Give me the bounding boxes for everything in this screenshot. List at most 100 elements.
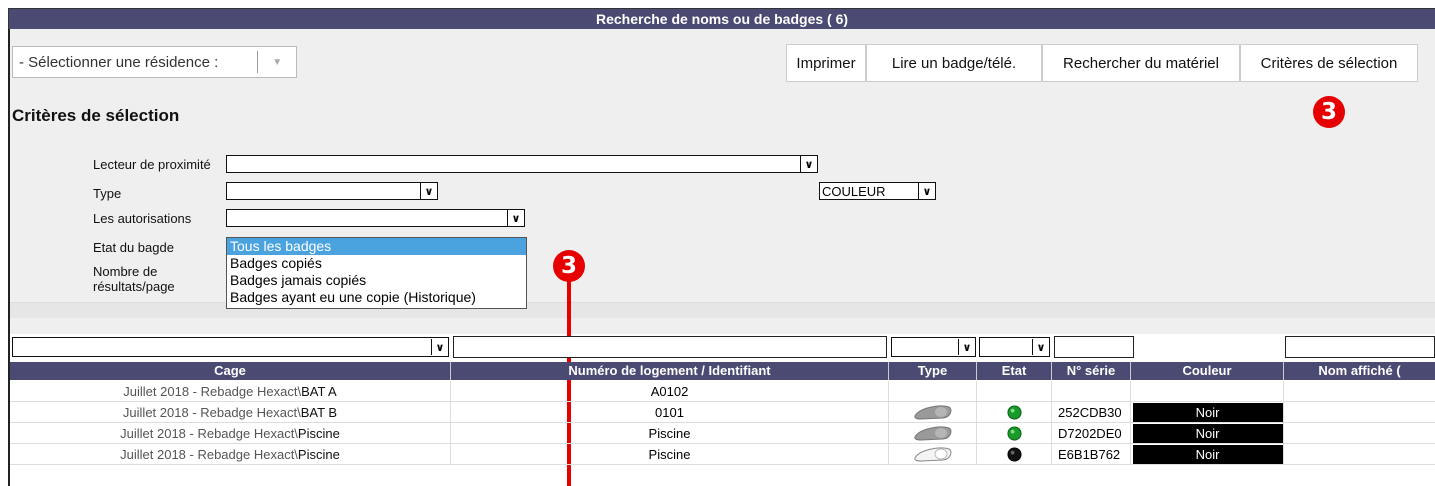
color-select[interactable]: COULEUR ∨	[819, 182, 936, 200]
cell-color: Noir	[1131, 423, 1284, 443]
state-option-copied[interactable]: Badges copiés	[227, 255, 526, 272]
cell-state	[977, 423, 1052, 443]
chevron-down-icon[interactable]: ∨	[800, 156, 817, 172]
chevron-down-icon[interactable]: ∨	[420, 183, 437, 199]
table-row[interactable]: Juillet 2018 - Rebadge Hexact\ Piscine Pi…	[10, 423, 1435, 444]
cell-type	[889, 444, 977, 464]
cage-name: BAT B	[300, 404, 338, 420]
table-row[interactable]: Juillet 2018 - Rebadge Hexact\ Piscine Pi…	[10, 444, 1435, 465]
reader-label: Lecteur de proximité	[93, 157, 211, 172]
cage-name: Piscine	[297, 446, 340, 462]
green-status-icon	[1006, 404, 1022, 420]
cell-state	[977, 381, 1052, 401]
cell-number: A0102	[451, 381, 889, 401]
chevron-down-icon[interactable]: ▼	[258, 57, 296, 68]
cell-name	[1284, 381, 1435, 401]
cell-serial: 252CDB30	[1052, 402, 1131, 422]
cage-prefix: Juillet 2018 - Rebadge Hexact\	[123, 383, 302, 399]
cage-prefix: Juillet 2018 - Rebadge Hexact\	[120, 446, 298, 462]
grey-badge-icon	[913, 426, 951, 441]
cell-serial: D7202DE0	[1052, 423, 1131, 443]
results-label-line1: Nombre de	[93, 264, 158, 279]
results-label-line2: résultats/page	[93, 279, 175, 294]
number-filter-input[interactable]	[453, 336, 887, 358]
selection-criteria-button[interactable]: Critères de sélection	[1240, 44, 1418, 82]
chevron-down-icon[interactable]: ∨	[1032, 339, 1049, 355]
search-material-button[interactable]: Rechercher du matériel	[1042, 44, 1240, 82]
state-option-history[interactable]: Badges ayant eu une copie (Historique)	[227, 289, 526, 306]
cage-filter-select[interactable]: ∨	[12, 337, 449, 357]
cage-name: Piscine	[297, 425, 340, 441]
chevron-down-icon[interactable]: ∨	[918, 183, 935, 199]
type-filter-select[interactable]: ∨	[891, 337, 976, 357]
cell-serial: E6B1B762	[1052, 444, 1131, 464]
serial-filter-input[interactable]	[1054, 336, 1134, 358]
authorizations-label: Les autorisations	[93, 211, 192, 226]
residence-select[interactable]: - Sélectionner une résidence : ▼	[12, 46, 297, 78]
cell-number: Piscine	[451, 423, 889, 443]
cell-name	[1284, 423, 1435, 443]
app-root: Recherche de noms ou de badges ( 6) - Sé…	[0, 0, 1435, 486]
results-table-header: Cage Numéro de logement / Identifiant Ty…	[10, 362, 1435, 380]
state-filter-select[interactable]: ∨	[979, 337, 1050, 357]
cell-name	[1284, 444, 1435, 464]
column-header-serial[interactable]: N° série	[1052, 362, 1131, 380]
column-header-number[interactable]: Numéro de logement / Identifiant	[451, 362, 889, 380]
column-header-cage[interactable]: Cage	[10, 362, 451, 380]
panel-divider	[10, 302, 1435, 318]
green-status-icon	[1006, 425, 1022, 441]
cage-prefix: Juillet 2018 - Rebadge Hexact\	[120, 425, 298, 441]
color-chip: Noir	[1132, 444, 1283, 464]
window-title: Recherche de noms ou de badges ( 6)	[8, 8, 1435, 29]
color-chip: Noir	[1132, 423, 1283, 443]
cell-number: 0101	[451, 402, 889, 422]
cell-state	[977, 444, 1052, 464]
read-badge-button[interactable]: Lire un badge/télé.	[866, 44, 1042, 82]
badge-state-listbox[interactable]: Tous les badges Badges copiés Badges jam…	[226, 237, 527, 309]
table-row[interactable]: Juillet 2018 - Rebadge Hexact\ BAT B 0101…	[10, 402, 1435, 423]
badge-state-label: Etat du bagde	[93, 240, 174, 255]
cell-type	[889, 381, 977, 401]
color-select-value: COULEUR	[822, 183, 886, 199]
column-header-type[interactable]: Type	[889, 362, 977, 380]
black-status-icon	[1006, 446, 1022, 462]
cell-color	[1131, 381, 1284, 401]
filter-panel	[10, 318, 1435, 334]
cell-cage: Juillet 2018 - Rebadge Hexact\ BAT A	[10, 381, 451, 401]
print-button[interactable]: Imprimer	[786, 44, 866, 82]
name-filter-input[interactable]	[1285, 336, 1435, 358]
callout-marker-top: 3	[1313, 96, 1345, 128]
cage-name: BAT A	[301, 383, 337, 399]
cell-state	[977, 402, 1052, 422]
type-select[interactable]: ∨	[226, 182, 438, 200]
residence-select-label: - Sélectionner une résidence :	[19, 53, 219, 71]
state-option-all[interactable]: Tous les badges	[227, 238, 526, 255]
cell-type	[889, 402, 977, 422]
chevron-down-icon[interactable]: ∨	[958, 339, 975, 355]
chevron-down-icon[interactable]: ∨	[507, 210, 524, 226]
table-row[interactable]: Juillet 2018 - Rebadge Hexact\ BAT A A010…	[10, 381, 1435, 402]
cell-type	[889, 423, 977, 443]
cell-cage: Juillet 2018 - Rebadge Hexact\ BAT B	[10, 402, 451, 422]
criteria-title: Critères de sélection	[12, 106, 180, 125]
cell-name	[1284, 402, 1435, 422]
cage-prefix: Juillet 2018 - Rebadge Hexact\	[122, 404, 301, 420]
column-header-state[interactable]: Etat	[977, 362, 1052, 380]
cell-number: Piscine	[451, 444, 889, 464]
results-table-body: Juillet 2018 - Rebadge Hexact\ BAT A A010…	[10, 381, 1435, 465]
authorizations-select[interactable]: ∨	[226, 209, 525, 227]
cell-color: Noir	[1131, 444, 1284, 464]
cell-cage: Juillet 2018 - Rebadge Hexact\ Piscine	[10, 423, 451, 443]
cell-cage: Juillet 2018 - Rebadge Hexact\ Piscine	[10, 444, 451, 464]
reader-select[interactable]: ∨	[226, 155, 818, 173]
column-header-color[interactable]: Couleur	[1131, 362, 1284, 380]
chevron-down-icon[interactable]: ∨	[431, 339, 448, 355]
state-option-never-copied[interactable]: Badges jamais copiés	[227, 272, 526, 289]
grey-badge-icon	[913, 405, 951, 420]
color-chip: Noir	[1132, 402, 1283, 422]
cell-serial	[1052, 381, 1131, 401]
type-label: Type	[93, 186, 122, 201]
results-per-page-label: Nombre de résultats/page	[93, 264, 175, 294]
cell-color: Noir	[1131, 402, 1284, 422]
column-header-name[interactable]: Nom affiché (	[1284, 362, 1435, 380]
